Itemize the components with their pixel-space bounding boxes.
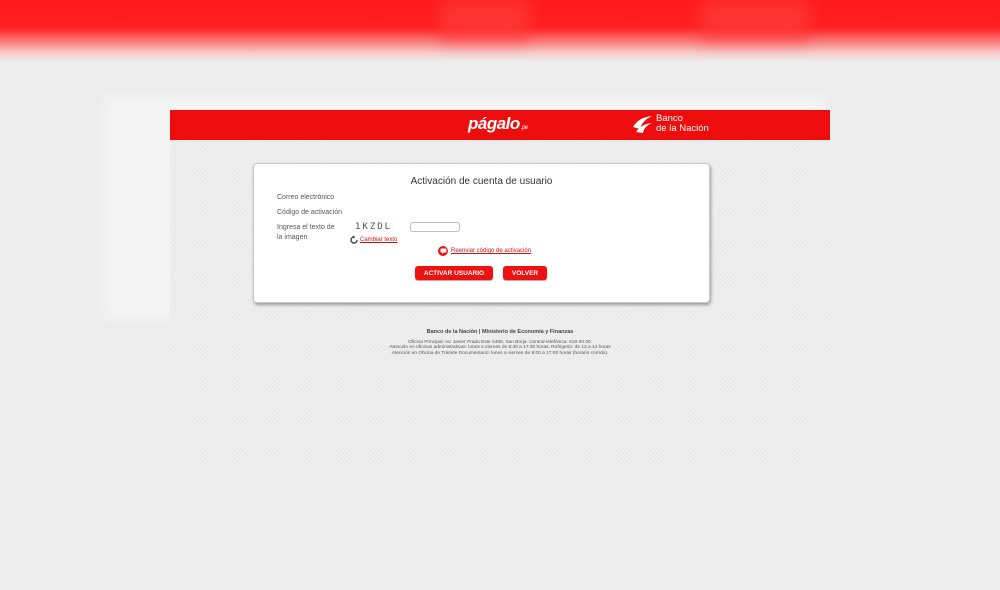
form-title: Activación de cuenta de usuario (410, 176, 553, 187)
activation-code-label: Código de activación (277, 209, 342, 216)
resend-code-link[interactable]: Reenviar código de activación (451, 248, 531, 254)
refresh-icon[interactable] (349, 235, 359, 245)
footer-line: Atención en Oficina de Trámite Documenta… (391, 350, 609, 356)
background-top-bar (0, 0, 1000, 62)
footer-title: Banco de la Nación | Ministerio de Econo… (426, 329, 574, 335)
change-text-control[interactable]: Cambiar texto (349, 235, 397, 245)
captcha-label: Ingresa el texto de la imagen (277, 224, 335, 241)
banco-nacion-wordmark: Banco de la Nación (656, 113, 709, 134)
change-text-link[interactable]: Cambiar texto (360, 237, 397, 243)
background-blur-shape (700, 0, 810, 40)
captcha-input[interactable] (410, 222, 460, 232)
pagalo-logo[interactable]: págalo.pe (468, 114, 528, 134)
email-label: Correo electrónico (277, 194, 335, 201)
back-button[interactable]: VOLVER (503, 266, 547, 280)
chat-bubble-icon[interactable] (438, 246, 448, 256)
app-frame: págalo.pe Banco de la Nación Activación … (170, 110, 830, 480)
captcha-image: 1KZDL (353, 222, 395, 232)
background-blur-shape (440, 0, 530, 40)
resend-code-control[interactable]: Reenviar código de activación (438, 246, 531, 256)
activate-user-button[interactable]: ACTIVAR USUARIO (415, 266, 493, 280)
activation-form-card: Activación de cuenta de usuario Correo e… (253, 163, 710, 303)
site-header: págalo.pe Banco de la Nación (170, 110, 830, 140)
banco-nacion-emblem-icon (633, 116, 652, 133)
site-footer: Banco de la Nación | Ministerio de Econo… (170, 329, 830, 356)
